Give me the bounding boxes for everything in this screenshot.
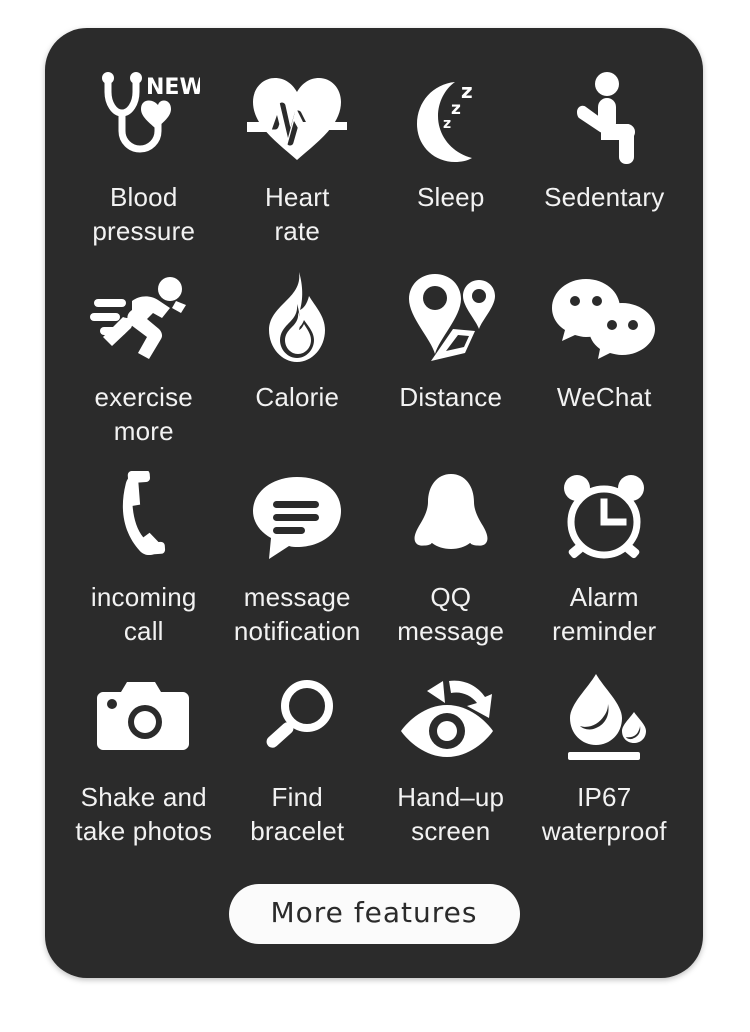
alarm-clock-icon	[538, 470, 670, 566]
feature-item-find-bracelet[interactable]: Find bracelet	[221, 662, 375, 862]
feature-label: Sedentary	[544, 182, 665, 212]
screenshot-root: NEW Blood pressure Heart rate z z z Slee…	[0, 0, 750, 1032]
feature-label: Heart rate	[264, 182, 330, 246]
feature-label: exercise more	[94, 382, 193, 446]
camera-icon	[78, 670, 210, 766]
svg-text:z: z	[443, 116, 451, 132]
feature-item-alarm-reminder[interactable]: Alarm reminder	[528, 462, 682, 662]
eye-raise-icon	[385, 670, 517, 766]
svg-text:NEW: NEW	[146, 75, 200, 100]
feature-item-wechat[interactable]: WeChat	[528, 262, 682, 462]
feature-item-blood-pressure[interactable]: NEW Blood pressure	[67, 62, 221, 262]
feature-label: incoming call	[90, 582, 197, 646]
feature-card: NEW Blood pressure Heart rate z z z Slee…	[45, 28, 703, 978]
message-bubble-icon	[231, 470, 363, 566]
feature-item-heart-rate[interactable]: Heart rate	[221, 62, 375, 262]
more-features-row: More features	[67, 884, 681, 944]
magnifier-icon	[231, 670, 363, 766]
feature-item-distance[interactable]: Distance	[374, 262, 528, 462]
feature-item-hand-up-screen[interactable]: Hand–up screen	[374, 662, 528, 862]
stethoscope-heart-icon: NEW	[78, 70, 210, 166]
sitting-person-icon	[538, 70, 670, 166]
feature-label: Shake and take photos	[75, 782, 213, 846]
feature-label: IP67 waterproof	[541, 782, 667, 846]
feature-grid: NEW Blood pressure Heart rate z z z Slee…	[67, 62, 681, 862]
feature-label: Blood pressure	[92, 182, 196, 246]
heart-pulse-icon	[231, 70, 363, 166]
phone-handset-icon	[78, 470, 210, 566]
flame-icon	[231, 270, 363, 366]
feature-item-sedentary[interactable]: Sedentary	[528, 62, 682, 262]
feature-item-sleep[interactable]: z z z Sleep	[374, 62, 528, 262]
feature-label: Alarm reminder	[552, 582, 657, 646]
feature-item-exercise-more[interactable]: exercise more	[67, 262, 221, 462]
feature-item-calorie[interactable]: Calorie	[221, 262, 375, 462]
more-features-button[interactable]: More features	[228, 884, 520, 944]
feature-label: Distance	[399, 382, 503, 412]
feature-label: message notification	[233, 582, 361, 646]
feature-item-shake-take-photos[interactable]: Shake and take photos	[67, 662, 221, 862]
feature-label: Hand–up screen	[397, 782, 505, 846]
feature-item-ip67-waterproof[interactable]: IP67 waterproof	[528, 662, 682, 862]
moon-zzz-icon: z z z	[385, 70, 517, 166]
qq-penguin-icon	[385, 470, 517, 566]
water-drop-icon	[538, 670, 670, 766]
feature-label: Calorie	[255, 382, 340, 412]
running-person-icon	[78, 270, 210, 366]
svg-text:z: z	[451, 99, 461, 119]
feature-item-message-notification[interactable]: message notification	[221, 462, 375, 662]
feature-item-qq-message[interactable]: QQ message	[374, 462, 528, 662]
map-pin-route-icon	[385, 270, 517, 366]
svg-text:z: z	[461, 79, 473, 103]
wechat-bubbles-icon	[538, 270, 670, 366]
feature-label: Sleep	[417, 182, 485, 212]
feature-label: WeChat	[556, 382, 652, 412]
feature-label: Find bracelet	[250, 782, 345, 846]
feature-item-incoming-call[interactable]: incoming call	[67, 462, 221, 662]
feature-label: QQ message	[397, 582, 505, 646]
